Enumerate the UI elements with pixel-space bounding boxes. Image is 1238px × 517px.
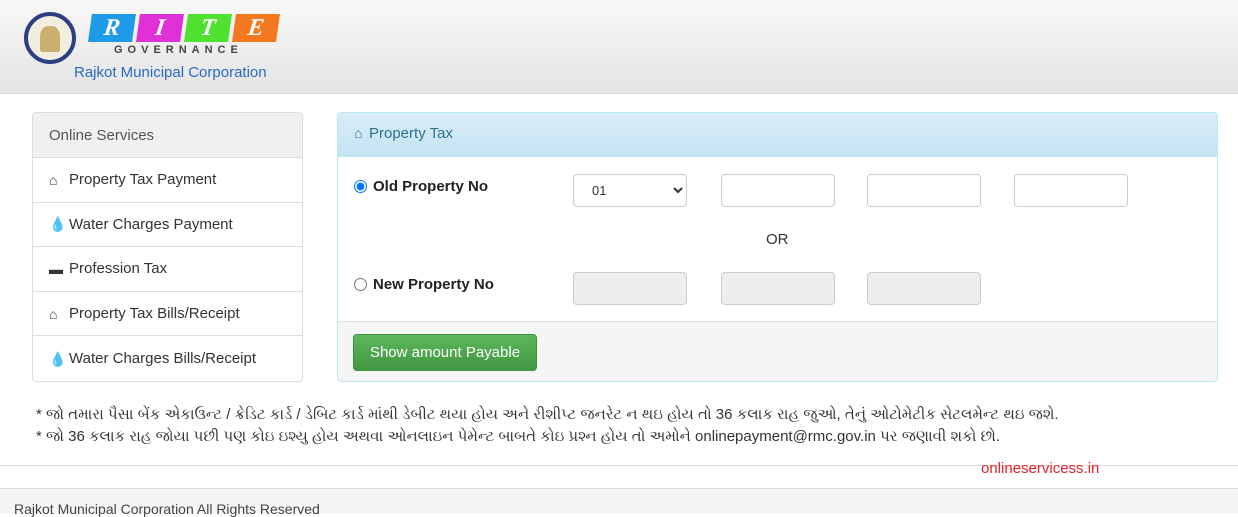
- rmc-seal-icon: [24, 12, 76, 64]
- old-property-radio-input[interactable]: [354, 180, 367, 193]
- old-property-field-2[interactable]: [867, 174, 981, 207]
- panel-heading: ⌂ Property Tax: [338, 113, 1217, 157]
- logo-letter: T: [184, 14, 232, 42]
- note-line: * જો તમારા પૈસા બેંક એકાઉન્ટ / ક્રેડિટ ક…: [36, 406, 1059, 423]
- home-icon: ⌂: [49, 171, 58, 188]
- briefcase-icon: ▬: [49, 260, 63, 277]
- logo-letter: I: [136, 14, 184, 42]
- new-property-field-2[interactable]: [721, 272, 835, 305]
- sidebar-item-property-tax-bills[interactable]: ⌂ Property Tax Bills/Receipt: [33, 292, 302, 337]
- old-property-field-1[interactable]: [721, 174, 835, 207]
- sidebar-item-water-charges-payment[interactable]: 💧 Water Charges Payment: [33, 203, 302, 248]
- or-separator: OR: [766, 231, 789, 248]
- logo-letter: E: [232, 14, 280, 42]
- sidebar-item-label: Water Charges Bills/Receipt: [69, 350, 257, 368]
- watermark: onlineservicess.in: [981, 460, 1100, 477]
- new-property-label: New Property No: [373, 276, 494, 293]
- old-property-field-3[interactable]: [1014, 174, 1128, 207]
- footer-text: Rajkot Municipal Corporation All Rights …: [14, 501, 320, 517]
- old-property-label: Old Property No: [373, 178, 489, 195]
- sidebar: Online Services ⌂ Property Tax Payment 💧 W…: [32, 112, 303, 382]
- footer: Rajkot Municipal Corporation All Rights …: [0, 488, 1238, 517]
- header: R I T E GOVERNANCE Rajkot Municipal Corp…: [0, 0, 1238, 94]
- show-amount-payable-button[interactable]: Show amount Payable: [353, 334, 537, 371]
- property-tax-panel: ⌂ Property Tax Old Property No 01 OR New …: [337, 112, 1218, 382]
- old-property-radio[interactable]: Old Property No: [354, 178, 488, 195]
- home-icon: ⌂: [49, 305, 58, 322]
- rmc-logo[interactable]: R I T E GOVERNANCE Rajkot Municipal Corp…: [22, 8, 302, 84]
- sidebar-item-property-tax-payment[interactable]: ⌂ Property Tax Payment: [33, 158, 302, 203]
- sidebar-item-label: Water Charges Payment: [69, 215, 233, 233]
- sidebar-item-profession-tax[interactable]: ▬ Profession Tax: [33, 247, 302, 292]
- logo-governance: GOVERNANCE: [114, 44, 243, 56]
- new-property-radio-input[interactable]: [354, 278, 367, 291]
- new-property-field-3[interactable]: [867, 272, 981, 305]
- drop-icon: 💧: [49, 350, 67, 367]
- zone-select[interactable]: 01: [573, 174, 687, 207]
- notes: * જો તમારા પૈસા બેંક એકાઉન્ટ / ક્રેડિટ ક…: [36, 404, 1059, 448]
- panel-footer: Show amount Payable: [338, 321, 1217, 381]
- sidebar-item-water-charges-bills[interactable]: 💧 Water Charges Bills/Receipt: [33, 336, 302, 381]
- sidebar-item-label: Profession Tax: [69, 260, 168, 278]
- home-icon: ⌂: [354, 125, 363, 141]
- new-property-radio[interactable]: New Property No: [354, 276, 494, 293]
- drop-icon: 💧: [49, 216, 67, 233]
- sidebar-item-label: Property Tax Payment: [69, 171, 217, 189]
- panel-title: Property Tax: [369, 125, 453, 142]
- new-property-field-1[interactable]: [573, 272, 687, 305]
- org-name: Rajkot Municipal Corporation: [74, 64, 267, 81]
- sidebar-item-label: Property Tax Bills/Receipt: [69, 305, 240, 323]
- note-line: * જો 36 કલાક રાહ જોયા પછી પણ કોઇ ઇશ્યુ હ…: [36, 428, 1001, 445]
- sidebar-title: Online Services: [33, 113, 302, 158]
- logo-letter: R: [88, 14, 136, 42]
